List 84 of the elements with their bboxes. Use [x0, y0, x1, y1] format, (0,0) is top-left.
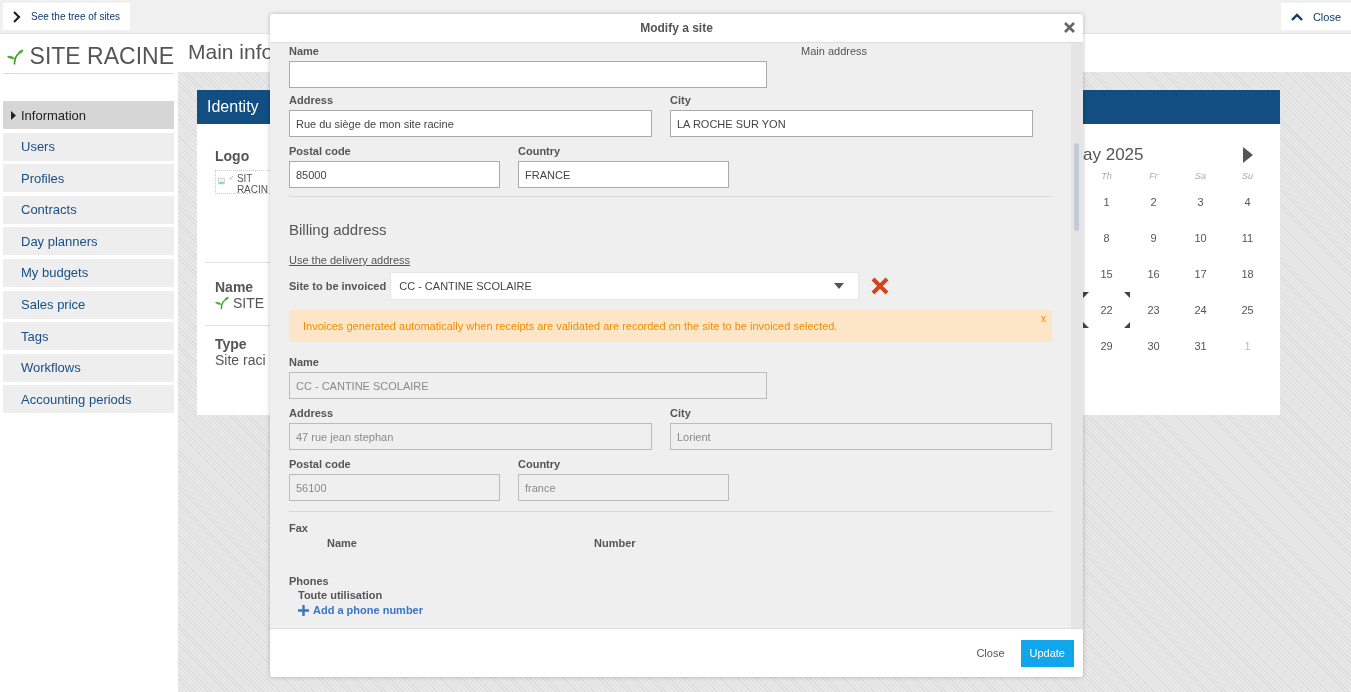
plus-icon	[298, 604, 309, 616]
field-label: City	[670, 94, 692, 107]
column-header: Name	[327, 537, 358, 549]
sidebar-item[interactable]: Contracts	[3, 195, 174, 224]
sprout-icon	[228, 173, 233, 183]
next-arrow-icon[interactable]	[1243, 147, 1253, 163]
dialog-title: Modify a site	[640, 21, 713, 35]
field-label: Name	[289, 356, 320, 369]
calendar-day[interactable]: 24	[1177, 292, 1224, 328]
use-delivery-address-link[interactable]: Use the delivery address	[289, 254, 411, 266]
calendar-day[interactable]: 8	[1083, 220, 1130, 256]
site-title: SITE RACINE	[29, 43, 174, 70]
field-value: SITE	[233, 295, 265, 311]
field-title: Type	[215, 336, 248, 352]
phone-group-label: Toute utilisation	[297, 589, 384, 601]
field-label: Site to be invoiced	[289, 279, 387, 293]
calendar-day[interactable]: 11	[1224, 220, 1271, 256]
text-field[interactable]	[289, 61, 767, 88]
tree-of-sites-button[interactable]: See the tree of sites	[3, 3, 130, 30]
field-label: Main address	[801, 45, 868, 58]
dropdown-caret-icon	[834, 283, 845, 289]
add-phone-link[interactable]: Add a phone number	[298, 604, 423, 616]
field-label: City	[670, 407, 692, 420]
calendar-day[interactable]: 25	[1224, 292, 1271, 328]
calendar-day[interactable]: 15	[1083, 256, 1130, 292]
field-label: Country	[518, 145, 562, 158]
field-label: Address	[289, 407, 335, 420]
field-label: Country	[518, 458, 562, 471]
calendar-day[interactable]: 1	[1083, 184, 1130, 220]
calendar-day[interactable]: 18	[1224, 256, 1271, 292]
calendar-day[interactable]: 16	[1130, 256, 1177, 292]
calendar-day[interactable]: 23	[1130, 292, 1177, 328]
text-field[interactable]: 85000	[289, 161, 500, 188]
logo-alt-text: SIT RACIN	[236, 173, 268, 195]
calendar-day[interactable]: 30	[1130, 328, 1177, 364]
calendar-day[interactable]: 3	[1177, 184, 1224, 220]
panel-title: Identity	[207, 98, 259, 116]
calendar-day[interactable]: 9	[1130, 220, 1177, 256]
calendar-day[interactable]: 4	[1224, 184, 1271, 220]
column-header: Number	[594, 537, 637, 549]
selection-frame	[1083, 292, 1130, 328]
section-label: Fax	[289, 522, 309, 534]
close-button[interactable]: Close	[970, 646, 1011, 660]
chevron-up-icon	[1290, 12, 1303, 21]
field-label: Address	[289, 94, 335, 107]
close-icon[interactable]	[1064, 22, 1075, 33]
sidebar-item[interactable]: Profiles	[3, 164, 174, 193]
sidebar-item[interactable]: Workflows	[3, 353, 174, 382]
caret-right-icon	[11, 110, 16, 120]
calendar-day[interactable]: 29	[1083, 328, 1130, 364]
weekday-label: Fr	[1148, 170, 1159, 183]
weekday-label: Su	[1241, 170, 1254, 183]
field-label: Postal code	[289, 145, 352, 158]
field-title: Name	[215, 279, 255, 295]
text-field[interactable]: FRANCE	[518, 161, 729, 188]
section-label: Phones	[289, 575, 330, 587]
sprout-icon	[215, 296, 229, 310]
sidebar-item[interactable]: Day planners	[3, 227, 174, 256]
section-heading: Billing address	[289, 221, 388, 238]
field-label: Postal code	[289, 458, 352, 471]
chevron-right-icon	[13, 10, 21, 23]
calendar-day[interactable]: 31	[1177, 328, 1224, 364]
field-label: Name	[289, 45, 320, 58]
calendar-title: ay 2025	[1083, 145, 1144, 165]
alert-text: Invoices generated automatically when receipts are validated are recorded on the site to be invoiced selected.	[303, 320, 838, 332]
weekday-label: Th	[1100, 170, 1113, 183]
site-select[interactable]: CC - CANTINE SCOLAIRE	[390, 272, 860, 300]
field-title: Logo	[215, 148, 251, 164]
text-field[interactable]: Rue du siège de mon site racine	[289, 110, 652, 137]
weekday-label: Sa	[1194, 170, 1207, 183]
sidebar-item[interactable]: Information	[3, 101, 174, 129]
sidebar-item[interactable]: Sales price	[3, 290, 174, 319]
calendar-day[interactable]: 17	[1177, 256, 1224, 292]
sidebar-item[interactable]: Accounting periods	[3, 385, 174, 414]
close-button[interactable]: Close	[1280, 3, 1351, 30]
sidebar-item[interactable]: Users	[3, 132, 174, 161]
sidebar-item[interactable]: My budgets	[3, 258, 174, 287]
calendar-day[interactable]: 2	[1130, 184, 1177, 220]
calendar-day[interactable]: 10	[1177, 220, 1224, 256]
sidebar-item[interactable]: Tags	[3, 322, 174, 351]
calendar-day[interactable]: 22	[1083, 292, 1130, 328]
text-field[interactable]: LA ROCHE SUR YON	[670, 110, 1033, 137]
scrollbar[interactable]	[1071, 43, 1083, 628]
field-value: Site raci	[215, 352, 267, 368]
